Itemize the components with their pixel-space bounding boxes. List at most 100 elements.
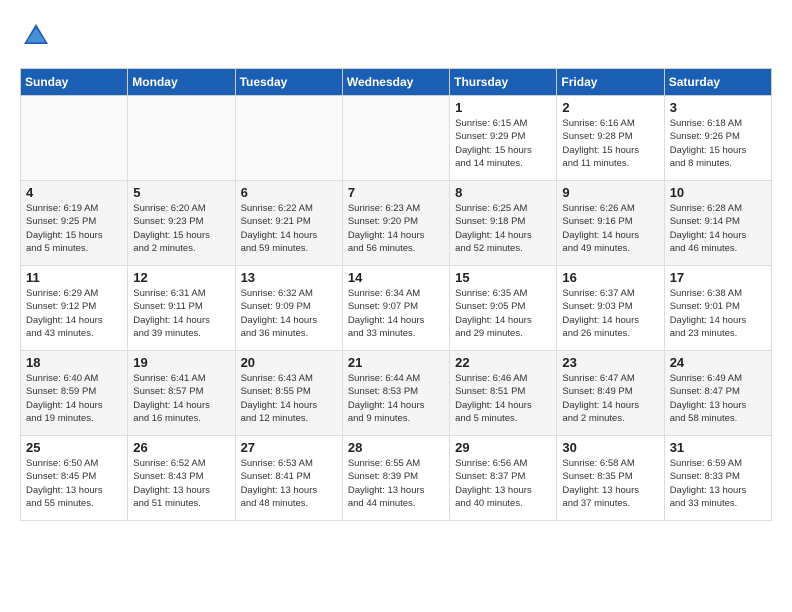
day-cell: 16 Sunrise: 6:37 AM Sunset: 9:03 PM Dayli…: [557, 266, 664, 351]
day-cell: 23 Sunrise: 6:47 AM Sunset: 8:49 PM Dayli…: [557, 351, 664, 436]
day-info: Sunrise: 6:41 AM Sunset: 8:57 PM Dayligh…: [133, 372, 229, 425]
day-info: Sunrise: 6:47 AM Sunset: 8:49 PM Dayligh…: [562, 372, 658, 425]
day-info: Sunrise: 6:43 AM Sunset: 8:55 PM Dayligh…: [241, 372, 337, 425]
day-cell: 15 Sunrise: 6:35 AM Sunset: 9:05 PM Dayli…: [450, 266, 557, 351]
day-cell: 24 Sunrise: 6:49 AM Sunset: 8:47 PM Dayli…: [664, 351, 771, 436]
day-number: 11: [26, 270, 122, 285]
week-row-1: 1 Sunrise: 6:15 AM Sunset: 9:29 PM Daylig…: [21, 96, 772, 181]
day-cell: 19 Sunrise: 6:41 AM Sunset: 8:57 PM Dayli…: [128, 351, 235, 436]
day-cell: 27Sunrise: 6:53 AM Sunset: 8:41 PM Dayli…: [235, 436, 342, 521]
day-info: Sunrise: 6:16 AM Sunset: 9:28 PM Dayligh…: [562, 117, 658, 170]
day-number: 23: [562, 355, 658, 370]
day-cell: 9 Sunrise: 6:26 AM Sunset: 9:16 PM Daylig…: [557, 181, 664, 266]
day-number: 13: [241, 270, 337, 285]
day-number: 27: [241, 440, 337, 455]
day-cell: 29Sunrise: 6:56 AM Sunset: 8:37 PM Dayli…: [450, 436, 557, 521]
day-number: 10: [670, 185, 766, 200]
day-info: Sunrise: 6:22 AM Sunset: 9:21 PM Dayligh…: [241, 202, 337, 255]
day-number: 9: [562, 185, 658, 200]
day-info: Sunrise: 6:35 AM Sunset: 9:05 PM Dayligh…: [455, 287, 551, 340]
day-number: 2: [562, 100, 658, 115]
day-number: 17: [670, 270, 766, 285]
week-row-2: 4 Sunrise: 6:19 AM Sunset: 9:25 PM Daylig…: [21, 181, 772, 266]
day-number: 19: [133, 355, 229, 370]
day-info: Sunrise: 6:40 AM Sunset: 8:59 PM Dayligh…: [26, 372, 122, 425]
day-number: 7: [348, 185, 444, 200]
day-cell: 17 Sunrise: 6:38 AM Sunset: 9:01 PM Dayli…: [664, 266, 771, 351]
day-cell: 30 Sunrise: 6:58 AM Sunset: 8:35 PM Dayli…: [557, 436, 664, 521]
day-cell: 12Sunrise: 6:31 AM Sunset: 9:11 PM Dayli…: [128, 266, 235, 351]
column-header-tuesday: Tuesday: [235, 69, 342, 96]
day-cell: 11 Sunrise: 6:29 AM Sunset: 9:12 PM Dayli…: [21, 266, 128, 351]
day-number: 18: [26, 355, 122, 370]
header-row: SundayMondayTuesdayWednesdayThursdayFrid…: [21, 69, 772, 96]
day-info: Sunrise: 6:32 AM Sunset: 9:09 PM Dayligh…: [241, 287, 337, 340]
day-cell: [21, 96, 128, 181]
column-header-wednesday: Wednesday: [342, 69, 449, 96]
day-number: 28: [348, 440, 444, 455]
day-cell: 28 Sunrise: 6:55 AM Sunset: 8:39 PM Dayli…: [342, 436, 449, 521]
day-info: Sunrise: 6:18 AM Sunset: 9:26 PM Dayligh…: [670, 117, 766, 170]
day-number: 24: [670, 355, 766, 370]
day-info: Sunrise: 6:19 AM Sunset: 9:25 PM Dayligh…: [26, 202, 122, 255]
day-number: 5: [133, 185, 229, 200]
day-cell: 7Sunrise: 6:23 AM Sunset: 9:20 PM Daylig…: [342, 181, 449, 266]
day-cell: 20 Sunrise: 6:43 AM Sunset: 8:55 PM Dayli…: [235, 351, 342, 436]
day-info: Sunrise: 6:34 AM Sunset: 9:07 PM Dayligh…: [348, 287, 444, 340]
day-info: Sunrise: 6:55 AM Sunset: 8:39 PM Dayligh…: [348, 457, 444, 510]
day-info: Sunrise: 6:29 AM Sunset: 9:12 PM Dayligh…: [26, 287, 122, 340]
day-number: 8: [455, 185, 551, 200]
day-number: 26: [133, 440, 229, 455]
day-number: 30: [562, 440, 658, 455]
day-info: Sunrise: 6:58 AM Sunset: 8:35 PM Dayligh…: [562, 457, 658, 510]
day-info: Sunrise: 6:38 AM Sunset: 9:01 PM Dayligh…: [670, 287, 766, 340]
column-header-friday: Friday: [557, 69, 664, 96]
day-number: 14: [348, 270, 444, 285]
day-cell: 3 Sunrise: 6:18 AM Sunset: 9:26 PM Daylig…: [664, 96, 771, 181]
day-cell: 1 Sunrise: 6:15 AM Sunset: 9:29 PM Daylig…: [450, 96, 557, 181]
day-number: 21: [348, 355, 444, 370]
day-cell: 14 Sunrise: 6:34 AM Sunset: 9:07 PM Dayli…: [342, 266, 449, 351]
day-cell: 2 Sunrise: 6:16 AM Sunset: 9:28 PM Daylig…: [557, 96, 664, 181]
day-cell: 26 Sunrise: 6:52 AM Sunset: 8:43 PM Dayli…: [128, 436, 235, 521]
day-info: Sunrise: 6:44 AM Sunset: 8:53 PM Dayligh…: [348, 372, 444, 425]
day-number: 29: [455, 440, 551, 455]
day-info: Sunrise: 6:31 AM Sunset: 9:11 PM Dayligh…: [133, 287, 229, 340]
day-info: Sunrise: 6:15 AM Sunset: 9:29 PM Dayligh…: [455, 117, 551, 170]
day-cell: 10 Sunrise: 6:28 AM Sunset: 9:14 PM Dayli…: [664, 181, 771, 266]
day-cell: 13 Sunrise: 6:32 AM Sunset: 9:09 PM Dayli…: [235, 266, 342, 351]
week-row-5: 25Sunrise: 6:50 AM Sunset: 8:45 PM Dayli…: [21, 436, 772, 521]
day-info: Sunrise: 6:46 AM Sunset: 8:51 PM Dayligh…: [455, 372, 551, 425]
day-number: 4: [26, 185, 122, 200]
day-cell: 21 Sunrise: 6:44 AM Sunset: 8:53 PM Dayli…: [342, 351, 449, 436]
day-info: Sunrise: 6:26 AM Sunset: 9:16 PM Dayligh…: [562, 202, 658, 255]
day-info: Sunrise: 6:37 AM Sunset: 9:03 PM Dayligh…: [562, 287, 658, 340]
page-header: [20, 20, 772, 52]
logo: [20, 20, 56, 52]
day-info: Sunrise: 6:59 AM Sunset: 8:33 PM Dayligh…: [670, 457, 766, 510]
calendar-table: SundayMondayTuesdayWednesdayThursdayFrid…: [20, 68, 772, 521]
day-cell: 4 Sunrise: 6:19 AM Sunset: 9:25 PM Daylig…: [21, 181, 128, 266]
column-header-sunday: Sunday: [21, 69, 128, 96]
day-number: 31: [670, 440, 766, 455]
day-info: Sunrise: 6:52 AM Sunset: 8:43 PM Dayligh…: [133, 457, 229, 510]
day-number: 15: [455, 270, 551, 285]
day-number: 6: [241, 185, 337, 200]
day-cell: 22 Sunrise: 6:46 AM Sunset: 8:51 PM Dayli…: [450, 351, 557, 436]
day-info: Sunrise: 6:25 AM Sunset: 9:18 PM Dayligh…: [455, 202, 551, 255]
day-number: 22: [455, 355, 551, 370]
week-row-3: 11 Sunrise: 6:29 AM Sunset: 9:12 PM Dayli…: [21, 266, 772, 351]
week-row-4: 18 Sunrise: 6:40 AM Sunset: 8:59 PM Dayli…: [21, 351, 772, 436]
day-cell: [235, 96, 342, 181]
day-info: Sunrise: 6:50 AM Sunset: 8:45 PM Dayligh…: [26, 457, 122, 510]
day-number: 16: [562, 270, 658, 285]
day-cell: 6 Sunrise: 6:22 AM Sunset: 9:21 PM Daylig…: [235, 181, 342, 266]
day-cell: 31 Sunrise: 6:59 AM Sunset: 8:33 PM Dayli…: [664, 436, 771, 521]
day-number: 20: [241, 355, 337, 370]
day-info: Sunrise: 6:49 AM Sunset: 8:47 PM Dayligh…: [670, 372, 766, 425]
day-number: 1: [455, 100, 551, 115]
day-cell: 25Sunrise: 6:50 AM Sunset: 8:45 PM Dayli…: [21, 436, 128, 521]
day-number: 3: [670, 100, 766, 115]
day-cell: [342, 96, 449, 181]
day-info: Sunrise: 6:28 AM Sunset: 9:14 PM Dayligh…: [670, 202, 766, 255]
